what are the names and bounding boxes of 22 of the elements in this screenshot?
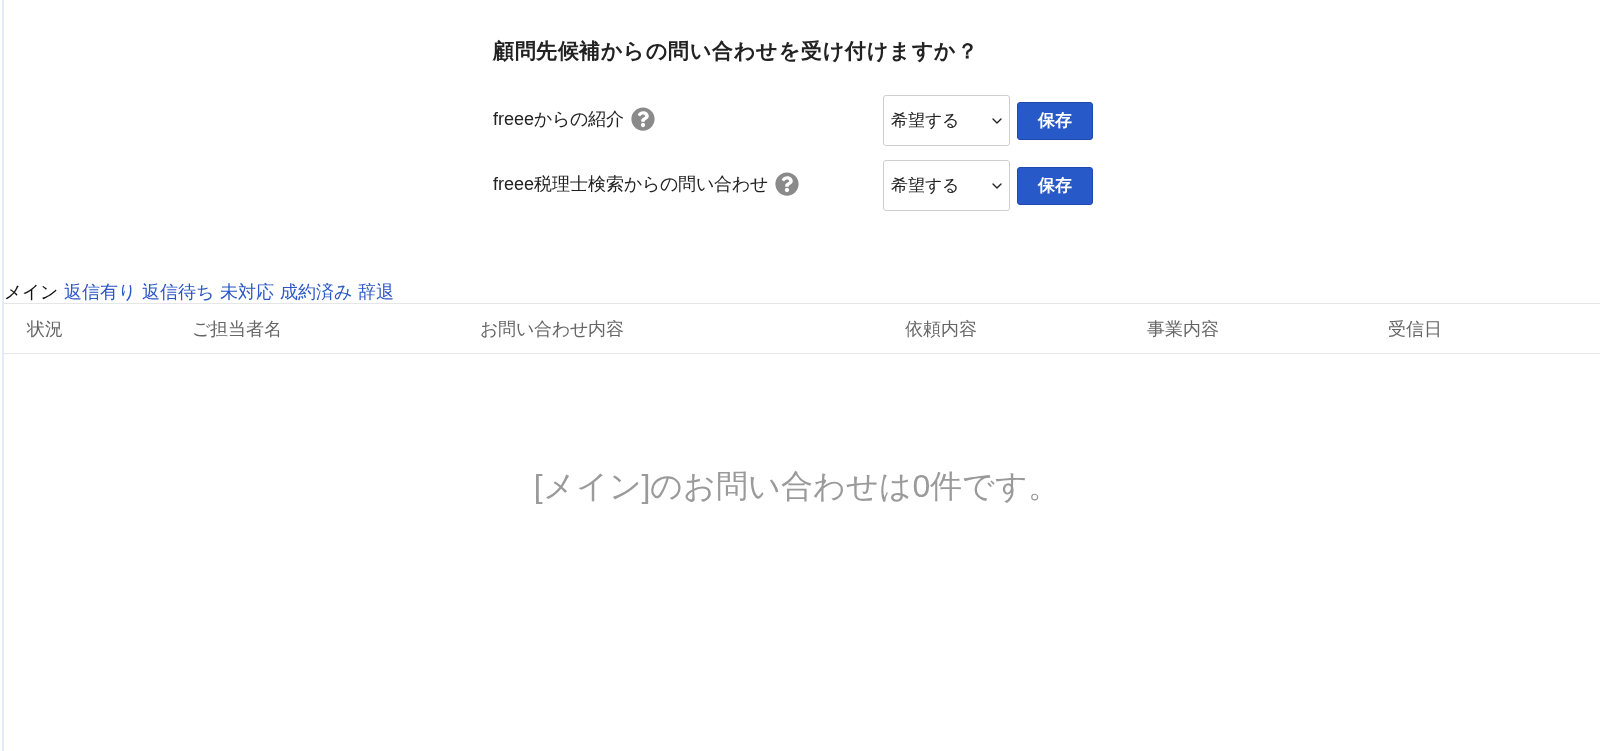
save-button[interactable]: 保存 xyxy=(1017,166,1093,205)
filter-tab[interactable]: 成約済み xyxy=(280,280,352,303)
setting-label: freee税理士検索からの問い合わせ xyxy=(493,172,769,196)
column-header: 状況 xyxy=(27,317,63,341)
empty-message: [メイン]のお問い合わせは0件です。 xyxy=(533,467,1061,506)
column-header: 事業内容 xyxy=(1147,317,1219,341)
dropdown-select[interactable]: 希望する xyxy=(883,160,1010,211)
filter-tab[interactable]: 辞退 xyxy=(358,280,394,303)
help-icon[interactable] xyxy=(775,171,800,196)
help-icon[interactable] xyxy=(631,106,656,131)
filter-tab[interactable]: メイン xyxy=(4,280,58,303)
setting-label: freeeからの紹介 xyxy=(493,107,625,131)
save-button[interactable]: 保存 xyxy=(1017,101,1093,140)
filter-tab[interactable]: 未対応 xyxy=(220,280,274,303)
column-header: お問い合わせ内容 xyxy=(480,317,624,341)
column-header: 受信日 xyxy=(1388,317,1442,341)
column-header: 依頼内容 xyxy=(905,317,977,341)
filter-tab[interactable]: 返信有り xyxy=(64,280,136,303)
column-header: ご担当者名 xyxy=(192,317,282,341)
filter-tab[interactable]: 返信待ち xyxy=(142,280,214,303)
dropdown-select[interactable]: 希望する xyxy=(883,95,1010,146)
section-heading: 顧問先候補からの問い合わせを受け付けますか？ xyxy=(493,38,978,64)
